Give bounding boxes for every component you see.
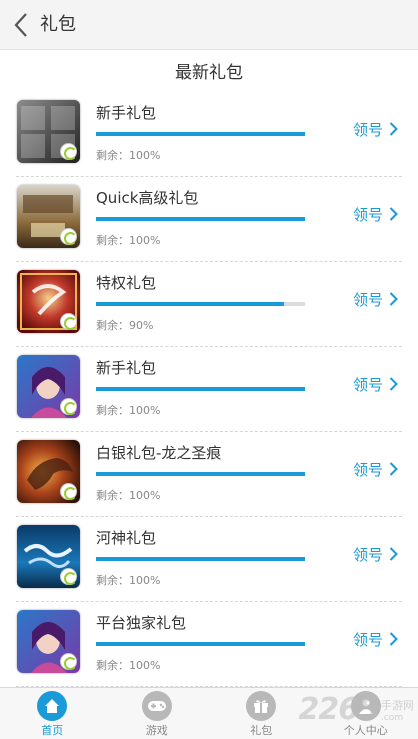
remain-text: 剩余：100% [96, 574, 161, 587]
remain-progress-bar [96, 472, 305, 476]
tab-label: 个人中心 [343, 724, 388, 737]
remain-text: 剩余：90% [96, 319, 154, 332]
chevron-right-icon [389, 292, 398, 306]
remain-progress-bar [96, 557, 305, 561]
platform-badge-icon [60, 653, 77, 670]
claim-label: 领号 [352, 120, 383, 139]
game-icon [17, 270, 80, 333]
tab-games[interactable]: 游戏 [105, 688, 210, 739]
remain-progress-bar [96, 217, 305, 221]
gift-name: 新手礼包 [96, 104, 157, 122]
section-title: 最新礼包 [175, 63, 243, 83]
claim-button[interactable]: 领号 [353, 458, 398, 480]
game-icon [17, 610, 80, 673]
bottom-tab-bar: 首页 游戏 礼包 个人中心 [0, 687, 418, 739]
remain-progress-bar [96, 642, 305, 646]
claim-button[interactable]: 领号 [353, 373, 398, 395]
claim-label: 领号 [352, 290, 383, 309]
gift-row[interactable]: 河神礼包 剩余：100% 领号 [0, 517, 418, 602]
claim-button[interactable]: 领号 [353, 628, 398, 650]
gift-name: 新手礼包 [96, 359, 157, 377]
tab-profile[interactable]: 个人中心 [314, 688, 418, 739]
gift-row[interactable]: 平台独家礼包 剩余：100% 领号 [0, 602, 418, 687]
platform-badge-icon [60, 143, 77, 160]
user-icon [350, 691, 381, 721]
claim-label: 领号 [352, 460, 383, 479]
gift-name: 平台独家礼包 [96, 614, 187, 632]
home-icon [37, 691, 68, 721]
platform-badge-icon [60, 313, 77, 330]
remain-text: 剩余：100% [96, 234, 161, 247]
gift-name: 河神礼包 [96, 529, 157, 547]
remain-text: 剩余：100% [96, 489, 161, 502]
chevron-right-icon [389, 462, 398, 476]
remain-progress-bar [96, 132, 305, 136]
claim-label: 领号 [352, 375, 383, 394]
game-icon [17, 185, 80, 248]
top-bar: 礼包 [0, 0, 418, 50]
game-icon [17, 525, 80, 588]
claim-button[interactable]: 领号 [353, 288, 398, 310]
chevron-right-icon [389, 207, 398, 221]
gift-name: 白银礼包-龙之圣痕 [96, 444, 222, 462]
claim-button[interactable]: 领号 [353, 118, 398, 140]
gift-row[interactable]: 特权礼包 剩余：90% 领号 [0, 262, 418, 347]
gamepad-icon [141, 691, 172, 721]
claim-label: 领号 [352, 545, 383, 564]
remain-text: 剩余：100% [96, 659, 161, 672]
page-title: 礼包 [40, 14, 76, 35]
tab-label: 游戏 [145, 724, 168, 737]
remain-progress-bar [96, 387, 305, 391]
game-icon [17, 440, 80, 503]
claim-label: 领号 [352, 630, 383, 649]
gift-row[interactable]: 白银礼包-龙之圣痕 剩余：100% 领号 [0, 432, 418, 517]
tab-home[interactable]: 首页 [0, 688, 105, 739]
claim-button[interactable]: 领号 [353, 203, 398, 225]
chevron-right-icon [389, 377, 398, 391]
gift-row[interactable]: 新手礼包 剩余：100% 领号 [0, 92, 418, 177]
chevron-left-icon [14, 13, 27, 37]
tab-label: 礼包 [250, 724, 273, 737]
platform-badge-icon [60, 228, 77, 245]
game-icon [17, 100, 80, 163]
gift-name: 特权礼包 [96, 274, 157, 292]
remain-text: 剩余：100% [96, 149, 161, 162]
gift-name: Quick高级礼包 [96, 189, 199, 207]
game-icon [17, 355, 80, 418]
chevron-right-icon [389, 122, 398, 136]
platform-badge-icon [60, 568, 77, 585]
tab-gifts[interactable]: 礼包 [209, 688, 314, 739]
platform-badge-icon [60, 483, 77, 500]
tab-label: 首页 [41, 724, 64, 737]
chevron-right-icon [389, 547, 398, 561]
claim-label: 领号 [352, 205, 383, 224]
gift-row[interactable]: Quick高级礼包 剩余：100% 领号 [0, 177, 418, 262]
gift-icon [246, 691, 277, 721]
remain-text: 剩余：100% [96, 404, 161, 417]
claim-button[interactable]: 领号 [353, 543, 398, 565]
remain-progress-bar [96, 302, 305, 306]
platform-badge-icon [60, 398, 77, 415]
gift-row[interactable]: 新手礼包 剩余：100% 领号 [0, 347, 418, 432]
gift-list: 新手礼包 剩余：100% 领号 Quick高级礼包 剩余：100% 领号 特权礼… [0, 92, 418, 687]
chevron-right-icon [389, 632, 398, 646]
back-button[interactable] [6, 8, 36, 42]
